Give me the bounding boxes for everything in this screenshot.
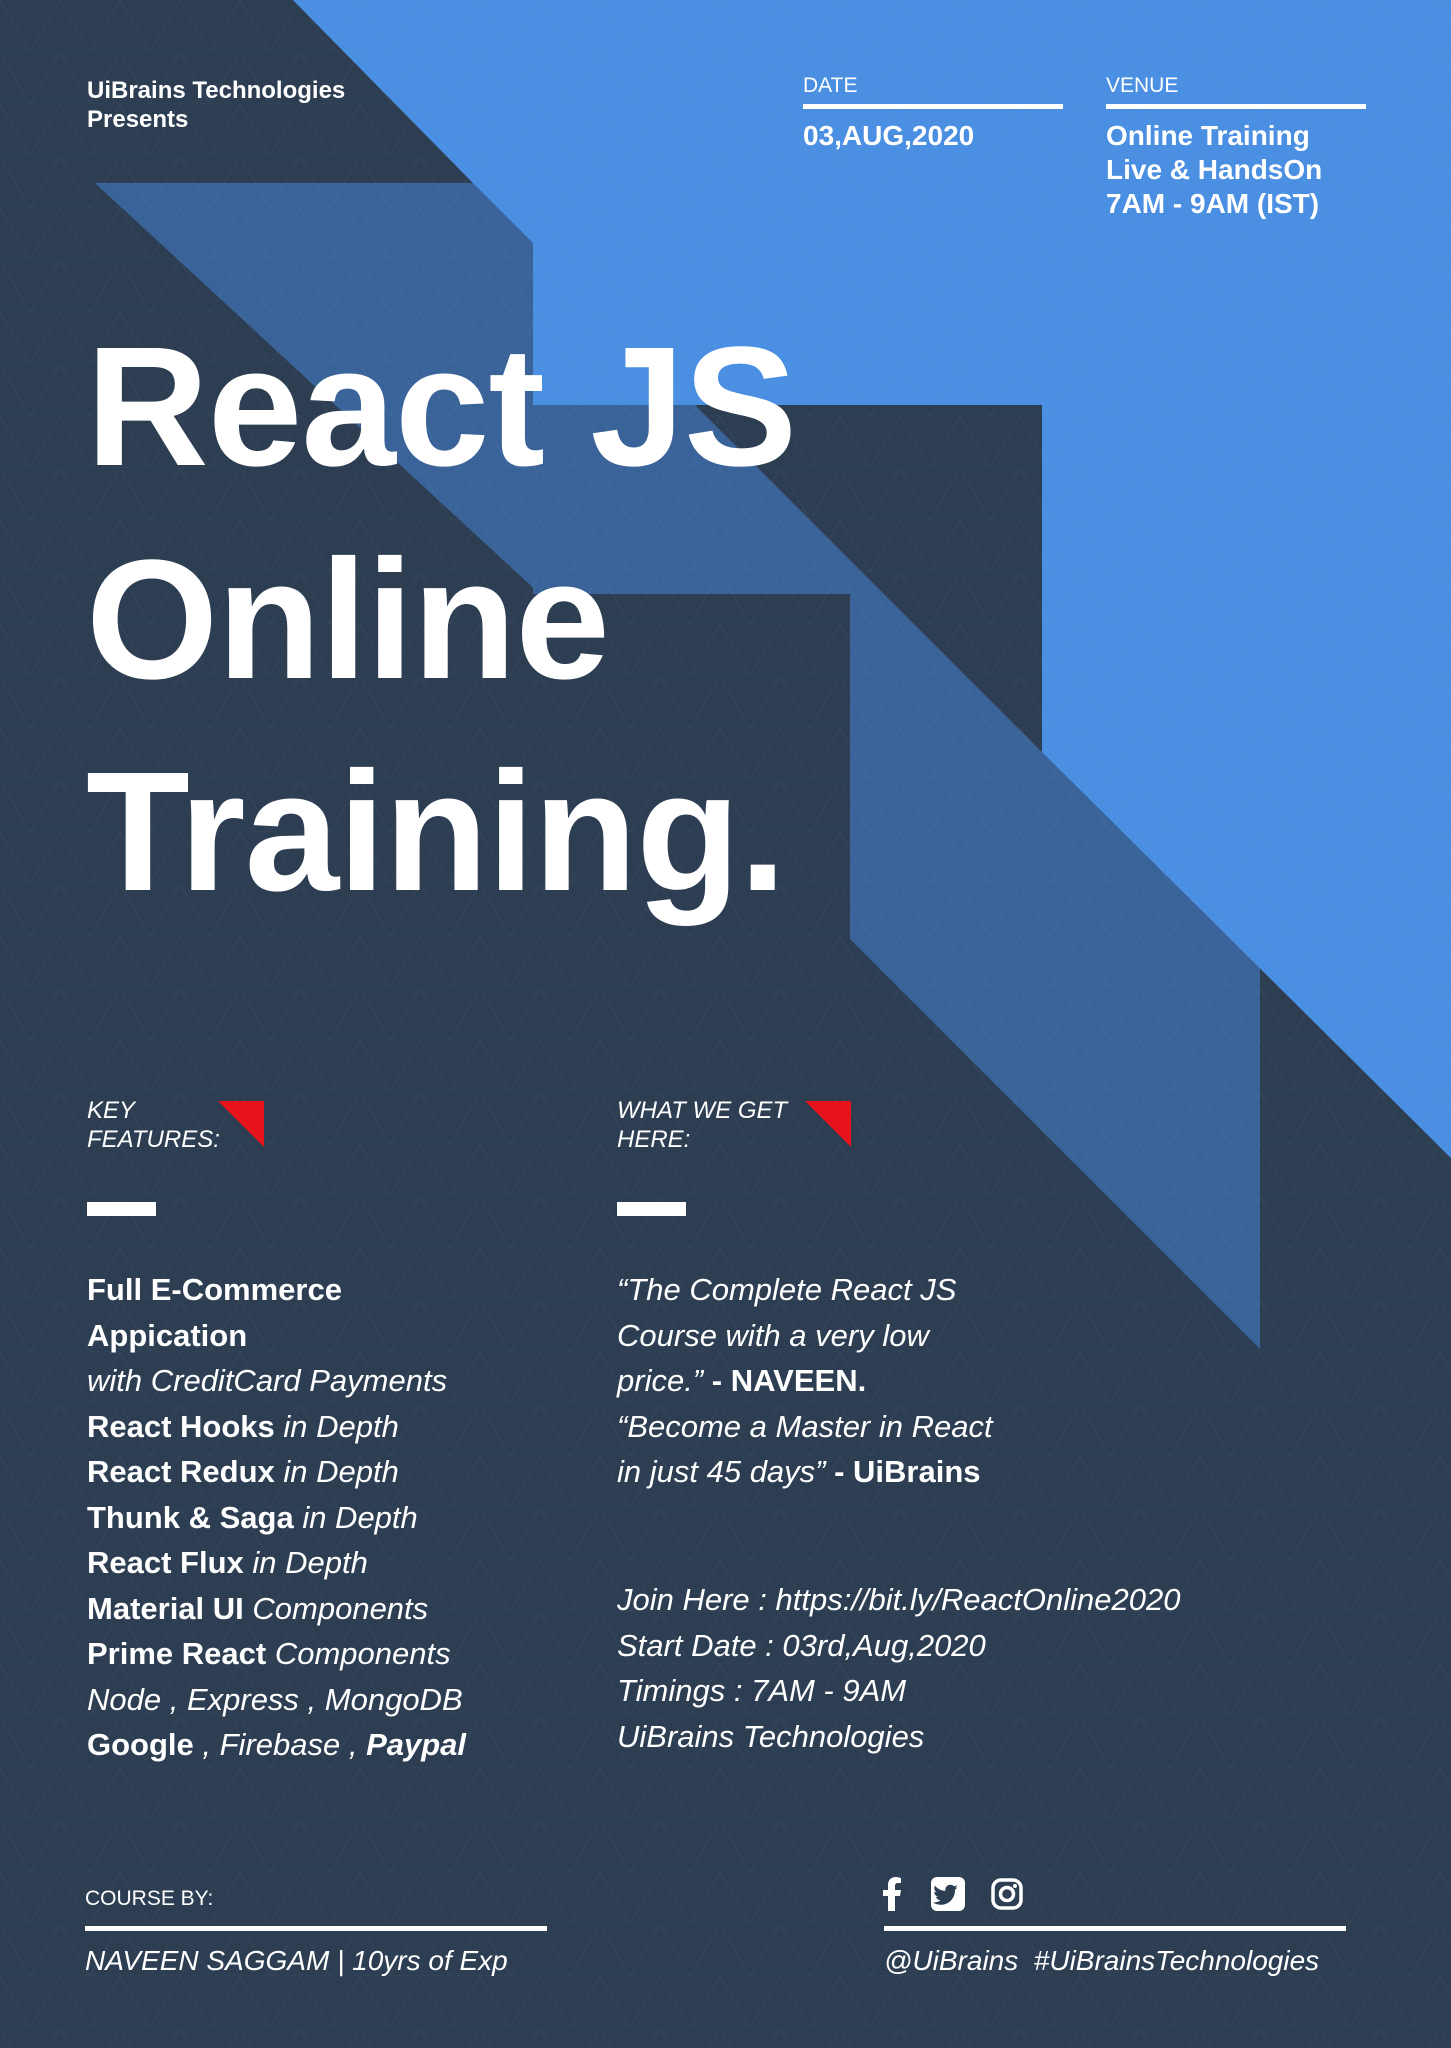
testimonial-quotes: “The Complete React JS Course with a very… xyxy=(617,1267,1137,1495)
course-by-rule xyxy=(85,1926,547,1931)
red-corner-mark-icon xyxy=(805,1101,851,1147)
feature-item-text: Paypal xyxy=(366,1727,467,1762)
venue-label: VENUE xyxy=(1106,74,1179,97)
quote-line-text: price.” xyxy=(617,1363,704,1398)
quote-line: in just 45 days” - UiBrains xyxy=(617,1449,1137,1495)
feature-item-text: in Depth xyxy=(243,1545,368,1580)
feature-item-text: Prime React xyxy=(87,1636,267,1671)
what-we-get-heading: WHAT WE GET HERE: xyxy=(617,1096,817,1154)
feature-item-text: React Flux xyxy=(87,1545,244,1580)
date-block: DATE 03,AUG,2020 xyxy=(803,74,1063,153)
quote-line-text: Course with a very low xyxy=(617,1317,929,1353)
quote-line-text: - UiBrains xyxy=(825,1454,981,1489)
presenter-text: UiBrains Technologies Presents xyxy=(87,76,345,134)
presenter-line-2: Presents xyxy=(87,106,189,133)
feature-item: Prime React Components xyxy=(87,1631,547,1677)
feature-item-text: Appication xyxy=(87,1317,248,1353)
feature-item-text: Material UI xyxy=(87,1590,244,1626)
quote-line-text: in just 45 days” xyxy=(617,1454,826,1489)
presenter-line-1: UiBrains Technologies xyxy=(87,77,346,104)
feature-item-text: , Firebase , xyxy=(193,1727,367,1762)
feature-item: React Hooks in Depth xyxy=(87,1404,547,1450)
quote-line-text: “The Complete React JS xyxy=(617,1272,957,1307)
title-line-2: Online xyxy=(86,525,610,715)
feature-item: Appication xyxy=(87,1313,547,1359)
venue-line: 7AM - 9AM (IST) xyxy=(1106,188,1320,219)
venue-line: Live & HandsOn xyxy=(1106,154,1323,185)
quote-line: “Become a Master in React xyxy=(617,1404,1137,1450)
poster: UiBrains Technologies Presents DATE 03,A… xyxy=(0,0,1451,2048)
feature-item: React Flux in Depth xyxy=(87,1540,547,1586)
instructor-name: NAVEEN SAGGAM | 10yrs of Exp xyxy=(85,1945,508,1976)
feature-item-text: in Depth xyxy=(293,1499,418,1535)
title-line-3: Training. xyxy=(86,737,786,927)
feature-item: with CreditCard Payments xyxy=(87,1358,547,1404)
venue-block: VENUE Online Training Live & HandsOn 7AM… xyxy=(1106,74,1366,221)
feature-item-text: Google xyxy=(87,1727,194,1762)
feature-item: React Redux in Depth xyxy=(87,1449,547,1495)
key-features-heading-line-2: FEATURES: xyxy=(87,1126,220,1153)
what-we-get-heading-line-2: HERE: xyxy=(617,1126,691,1153)
quote-line: price.” - NAVEEN. xyxy=(617,1358,1137,1404)
feature-item-text: Full E-Commerce xyxy=(87,1272,342,1307)
quote-line-text: “Become a Master in React xyxy=(617,1408,993,1444)
date-rule xyxy=(803,104,1063,109)
feature-item-text: Components xyxy=(243,1590,429,1626)
date-value: 03,AUG,2020 xyxy=(803,120,975,151)
feature-item-text: with CreditCard Payments xyxy=(87,1363,448,1398)
start-date: Start Date : 03rd,Aug,2020 xyxy=(617,1627,986,1663)
feature-item-text: in Depth xyxy=(274,1408,399,1444)
red-corner-mark-icon xyxy=(218,1101,264,1147)
join-info: Join Here : https://bit.ly/ReactOnline20… xyxy=(617,1577,1417,1759)
twitter-icon[interactable] xyxy=(931,1877,965,1911)
key-features-list: Full E-Commerce Appication with CreditCard… xyxy=(87,1267,547,1768)
feature-item-text: Node , Express , MongoDB xyxy=(87,1681,463,1717)
feature-item-text: in Depth xyxy=(274,1454,399,1489)
venue-line: Online Training xyxy=(1106,120,1310,151)
key-features-bar xyxy=(87,1202,156,1216)
what-we-get-bar xyxy=(617,1202,686,1216)
feature-item: Thunk & Saga in Depth xyxy=(87,1495,547,1541)
venue-value: Online Training Live & HandsOn 7AM - 9AM… xyxy=(1106,119,1366,221)
organizer: UiBrains Technologies xyxy=(617,1718,925,1754)
feature-item-text: Components xyxy=(266,1636,451,1671)
feature-item: Full E-Commerce xyxy=(87,1267,547,1313)
social-handles[interactable]: @UiBrains #UiBrainsTechnologies xyxy=(884,1944,1319,1978)
facebook-icon[interactable] xyxy=(881,1877,903,1911)
timings: Timings : 7AM - 9AM xyxy=(617,1673,907,1708)
venue-rule xyxy=(1106,104,1366,109)
instagram-icon[interactable] xyxy=(991,1878,1023,1910)
quote-line: “The Complete React JS xyxy=(617,1267,1137,1313)
date-label: DATE xyxy=(803,74,858,97)
what-we-get-heading-line-1: WHAT WE GET xyxy=(617,1097,788,1124)
quote-line: Course with a very low xyxy=(617,1313,1137,1359)
social-icons xyxy=(881,1874,1023,1914)
key-features-heading: KEY FEATURES: xyxy=(87,1096,237,1154)
course-by-label: COURSE BY: xyxy=(85,1887,214,1910)
join-link[interactable]: Join Here : https://bit.ly/ReactOnline20… xyxy=(617,1577,1417,1623)
feature-item: Google , Firebase , Paypal xyxy=(87,1722,547,1768)
quote-line-text: - NAVEEN. xyxy=(703,1363,867,1398)
feature-item-text: Thunk & Saga xyxy=(87,1499,294,1535)
title-line-1: React JS xyxy=(86,312,797,502)
feature-item-text: React Redux xyxy=(87,1454,275,1489)
social-rule xyxy=(884,1926,1346,1931)
key-features-heading-line-1: KEY xyxy=(87,1097,136,1124)
feature-item: Node , Express , MongoDB xyxy=(87,1677,547,1723)
feature-item-text: React Hooks xyxy=(87,1408,275,1444)
feature-item: Material UI Components xyxy=(87,1586,547,1632)
